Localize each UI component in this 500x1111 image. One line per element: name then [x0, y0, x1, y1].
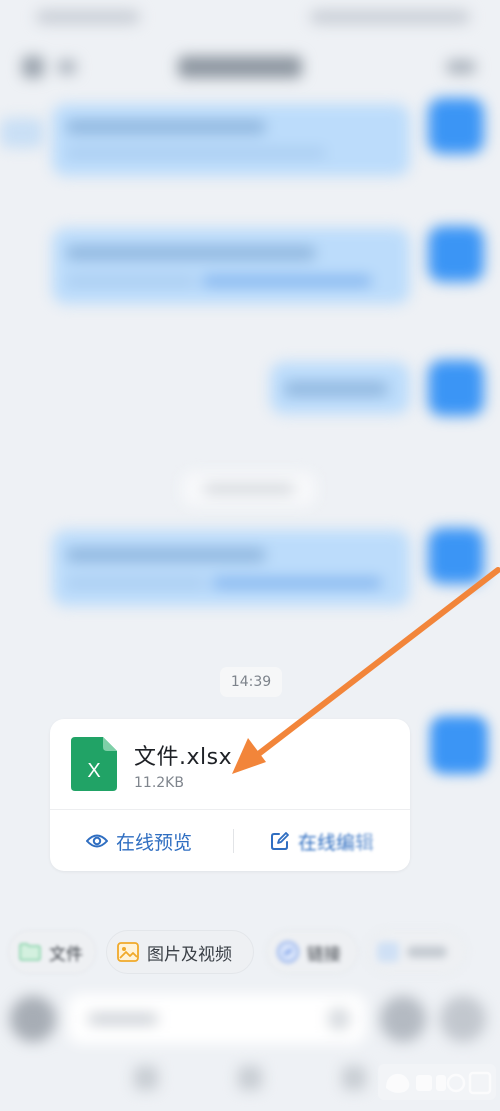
excel-icon-letter: X	[87, 760, 100, 782]
message-bubble[interactable]	[52, 104, 410, 176]
status-bar	[0, 0, 500, 38]
message-bubble[interactable]	[52, 228, 410, 304]
photos-videos-chip[interactable]: 图片及视频	[106, 930, 254, 974]
image-icon	[117, 942, 139, 962]
link-chip-label: 链接	[307, 944, 341, 965]
message-bubble[interactable]	[52, 530, 410, 606]
link-icon	[277, 941, 299, 963]
send-icon[interactable]	[440, 996, 486, 1042]
file-size: 11.2KB	[134, 775, 184, 791]
more-chip[interactable]	[366, 930, 466, 974]
status-bar-right	[310, 10, 470, 24]
chat-title	[178, 56, 302, 78]
baidu-jingyan-watermark-logo	[378, 1064, 496, 1100]
plus-icon[interactable]	[380, 996, 426, 1042]
more-chip-icon	[377, 942, 399, 962]
more-icon[interactable]	[446, 60, 476, 74]
action-separator	[233, 829, 234, 853]
avatar[interactable]	[428, 226, 484, 282]
link-chip[interactable]: 链接	[266, 930, 358, 974]
message-input[interactable]	[68, 994, 366, 1044]
edit-icon	[271, 832, 289, 850]
eye-icon	[86, 834, 108, 848]
excel-file-icon: X	[71, 737, 117, 791]
avatar[interactable]	[430, 716, 488, 774]
message-bubble[interactable]	[270, 362, 410, 414]
file-name[interactable]: 文件.xlsx	[134, 739, 232, 771]
emoji-icon[interactable]	[328, 1008, 350, 1030]
back-icon[interactable]	[22, 56, 44, 78]
avatar[interactable]	[428, 528, 484, 584]
more-chip-label	[407, 946, 447, 958]
unread-indicator	[0, 118, 44, 148]
files-chip[interactable]: 文件	[8, 930, 96, 974]
files-chip-label: 文件	[49, 944, 83, 965]
time-divider	[182, 472, 316, 506]
avatar[interactable]	[428, 98, 484, 154]
file-message-card[interactable]: X 文件.xlsx 11.2KB 在线预览 在线编辑	[50, 719, 410, 871]
home-icon[interactable]	[58, 60, 76, 74]
photos-videos-chip-label: 图片及视频	[147, 944, 232, 965]
avatar[interactable]	[428, 360, 484, 416]
toolbar-icon[interactable]	[238, 1066, 262, 1090]
voice-icon[interactable]	[10, 996, 56, 1042]
status-bar-left	[36, 10, 140, 24]
toolbar-icon[interactable]	[134, 1066, 158, 1090]
folder-icon	[19, 943, 41, 961]
card-edge-fade	[340, 810, 410, 871]
preview-online-label: 在线预览	[116, 831, 193, 854]
toolbar-icon[interactable]	[342, 1066, 366, 1090]
preview-online-button[interactable]: 在线预览	[86, 827, 192, 855]
message-timestamp: 14:39	[220, 667, 282, 697]
nav-bar	[0, 38, 500, 100]
